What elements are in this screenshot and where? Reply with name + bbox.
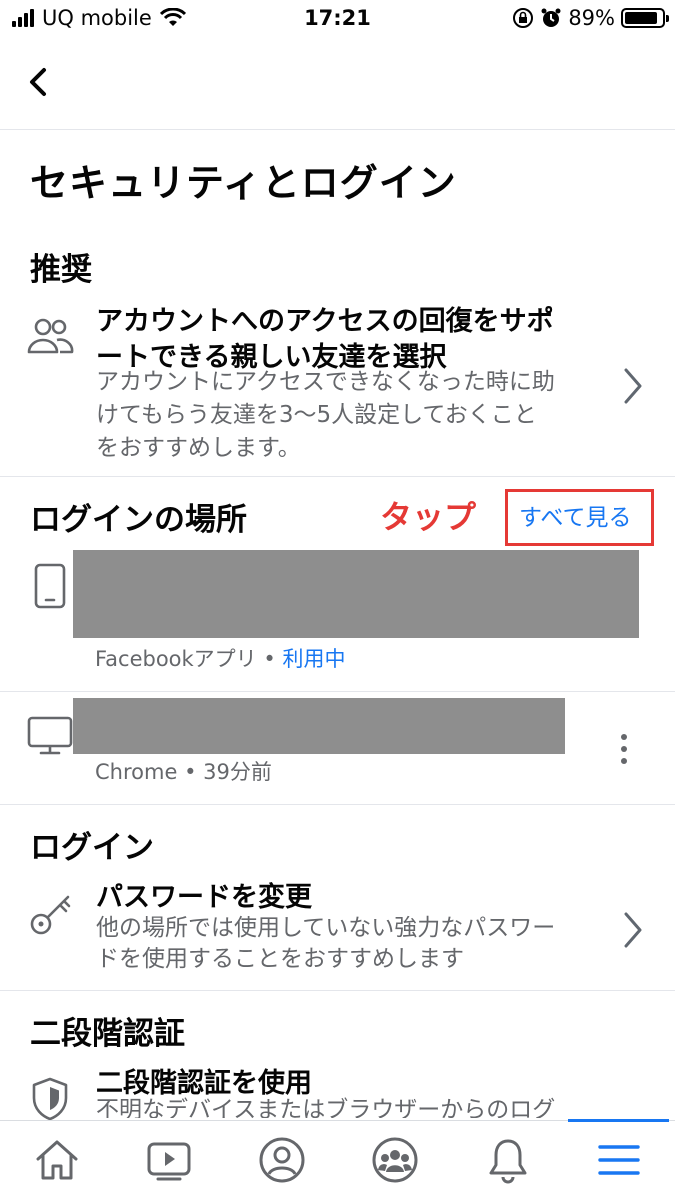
groups-icon[interactable] bbox=[370, 1135, 420, 1185]
battery-icon bbox=[621, 8, 669, 28]
see-all-link[interactable]: すべて見る bbox=[519, 498, 631, 532]
trusted-contacts-desc-line2: けてもらう友達を3〜5人設定しておくこと bbox=[96, 402, 537, 428]
trusted-contacts-desc-line3: をおすすめします。 bbox=[96, 435, 301, 461]
section-title-login: ログイン bbox=[30, 830, 154, 866]
change-password-title: パスワードを変更 bbox=[96, 882, 312, 913]
section-title-recommended: 推奨 bbox=[30, 252, 92, 288]
key-icon bbox=[30, 895, 71, 935]
tap-annotation: タップ bbox=[380, 498, 477, 536]
chevron-right-icon bbox=[624, 912, 642, 948]
back-button[interactable] bbox=[20, 62, 60, 102]
smartphone-icon bbox=[34, 563, 66, 609]
two-factor-desc-line1: 不明なデバイスまたはブラウザーからのログ bbox=[96, 1097, 556, 1118]
more-options-icon[interactable] bbox=[614, 732, 634, 766]
section-divider bbox=[0, 804, 675, 805]
page-title: セキュリティとログイン bbox=[30, 161, 457, 205]
status-right: 89% bbox=[512, 6, 669, 30]
session-status-active: 利用中 bbox=[282, 647, 346, 671]
battery-fill bbox=[625, 12, 658, 24]
shield-icon bbox=[32, 1077, 68, 1121]
bottom-tab-bar bbox=[0, 1119, 675, 1200]
home-icon[interactable] bbox=[32, 1135, 82, 1185]
status-bar: UQ mobile 17:21 89% bbox=[0, 0, 675, 40]
session-separator: • bbox=[184, 760, 197, 784]
menu-icon[interactable] bbox=[594, 1135, 644, 1185]
section-title-two-factor: 二段階認証 bbox=[30, 1016, 185, 1052]
session-app-mobile: Facebookアプリ bbox=[95, 647, 257, 671]
active-tab-indicator bbox=[568, 1119, 669, 1122]
desktop-icon bbox=[27, 716, 73, 755]
session-meta-mobile: Facebookアプリ • 利用中 bbox=[95, 643, 345, 673]
change-password-desc-line1: 他の場所では使用していない強力なパスワー bbox=[96, 915, 556, 941]
session-last-active: 39分前 bbox=[203, 760, 272, 784]
alarm-icon bbox=[541, 8, 561, 27]
section-divider bbox=[0, 476, 675, 477]
redacted-device-name bbox=[73, 550, 639, 638]
orientation-lock-icon bbox=[513, 8, 534, 28]
session-divider bbox=[0, 691, 675, 692]
people-icon bbox=[27, 318, 74, 354]
video-icon[interactable] bbox=[144, 1135, 194, 1185]
redacted-device-name bbox=[73, 698, 565, 754]
header-divider bbox=[0, 129, 675, 130]
trusted-contacts-desc-line1: アカウントにアクセスできなくなった時に助 bbox=[96, 369, 555, 395]
profile-icon[interactable] bbox=[257, 1135, 307, 1185]
session-separator: • bbox=[263, 647, 276, 671]
chevron-right-icon bbox=[624, 368, 642, 404]
session-meta-desktop: Chrome • 39分前 bbox=[95, 756, 272, 786]
battery-percent: 89% bbox=[568, 6, 615, 30]
change-password-desc-line2: ドを使用することをおすすめします bbox=[96, 946, 464, 972]
bell-icon[interactable] bbox=[483, 1135, 533, 1185]
section-title-login-locations: ログインの場所 bbox=[30, 502, 247, 538]
trusted-contacts-title-line1: アカウントへのアクセスの回復をサポ bbox=[96, 306, 554, 337]
section-divider bbox=[0, 990, 675, 991]
session-app-desktop: Chrome bbox=[95, 760, 178, 784]
